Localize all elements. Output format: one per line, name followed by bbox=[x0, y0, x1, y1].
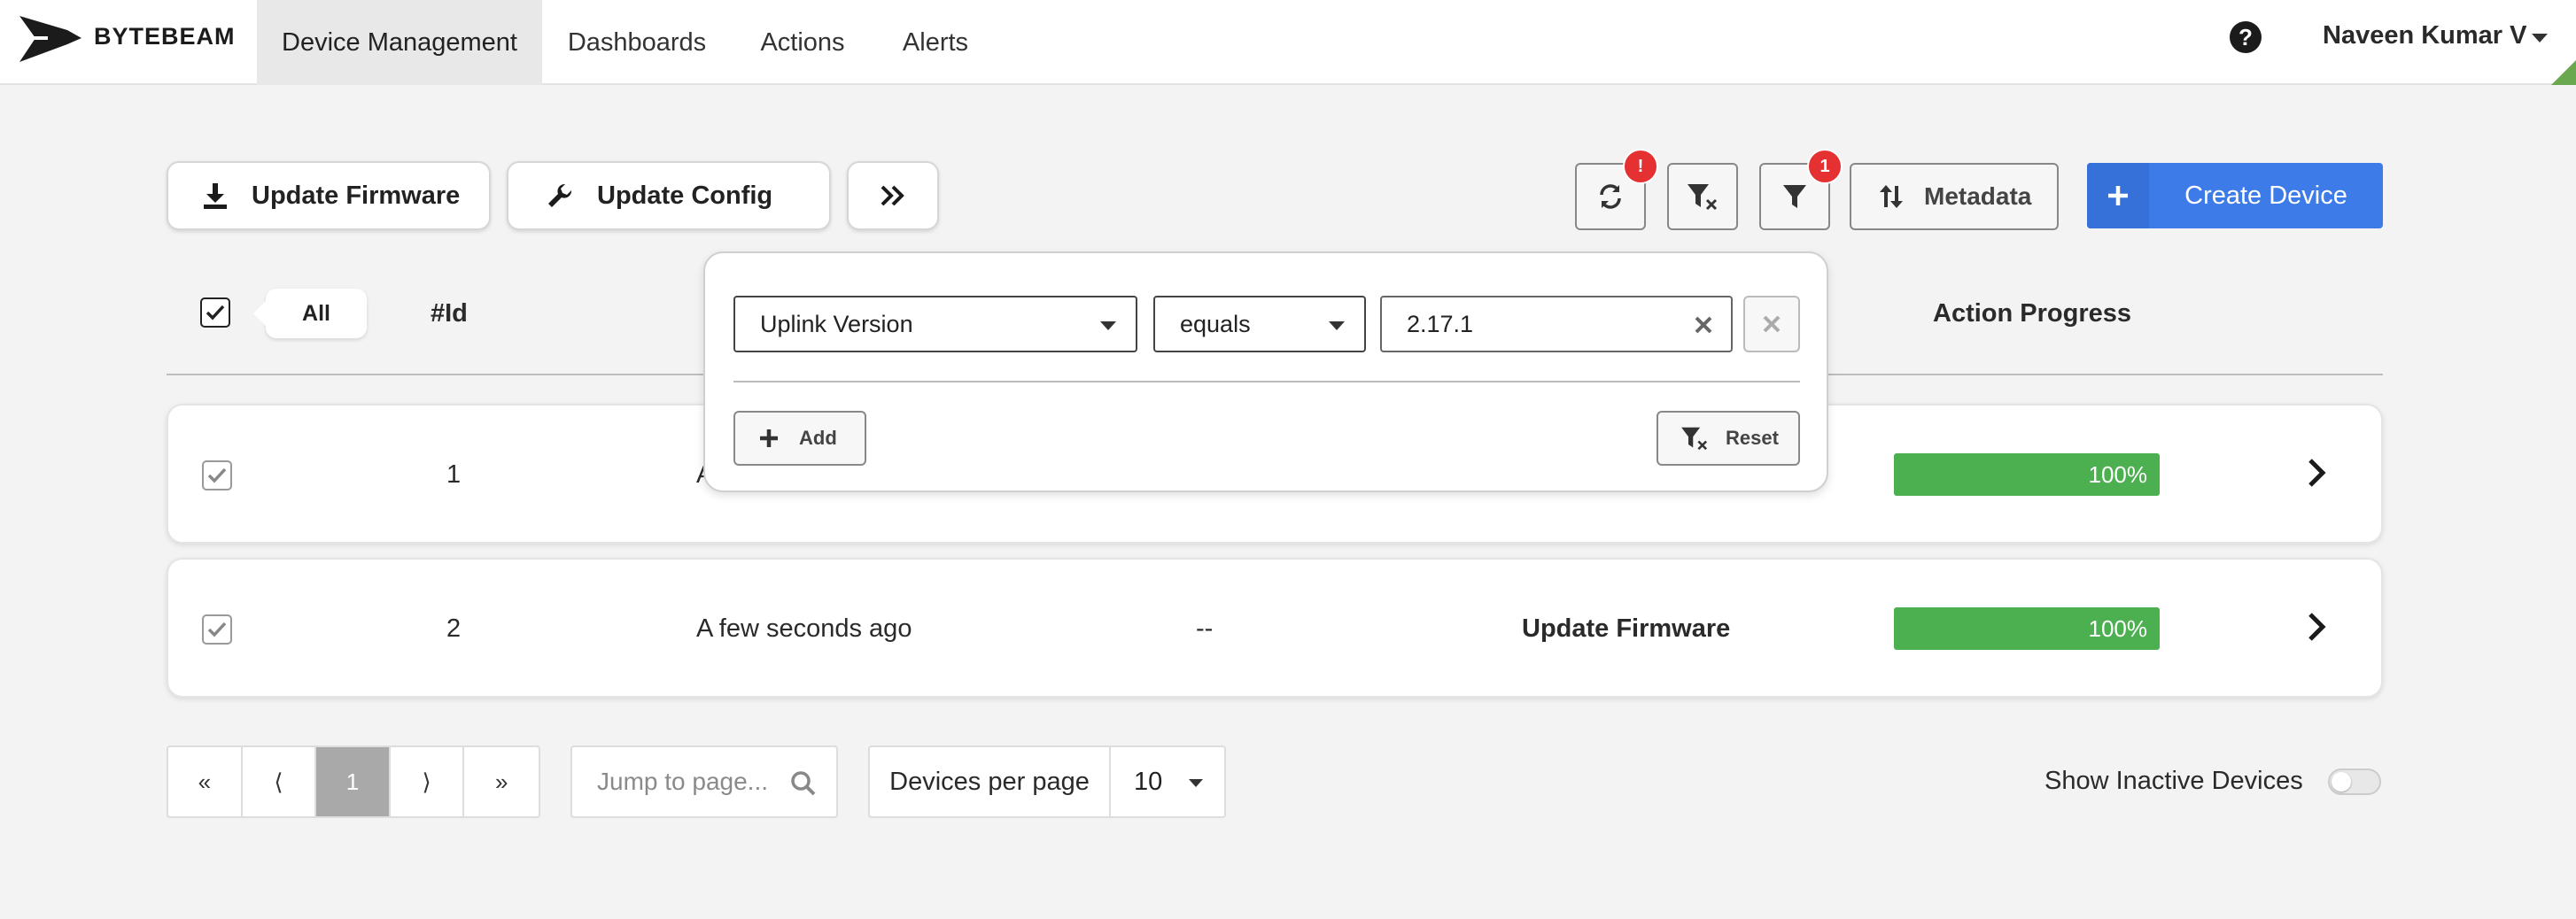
action-progress-bar: 100% bbox=[1894, 607, 2160, 650]
help-icon[interactable]: ? bbox=[2229, 20, 2262, 54]
chevron-down-icon bbox=[1189, 779, 1203, 787]
row-id: 2 bbox=[446, 614, 462, 643]
chevron-right-icon[interactable] bbox=[2303, 455, 2330, 490]
update-config-label: Update Config bbox=[597, 181, 773, 210]
table-row[interactable]: 2 A few seconds ago -- Update Firmware 1… bbox=[167, 558, 2383, 698]
filter-count-badge: 1 bbox=[1807, 149, 1843, 184]
next-page-button[interactable]: ⟩ bbox=[391, 747, 465, 816]
add-filter-label: Add bbox=[799, 427, 837, 449]
row-last-seen: A few seconds ago bbox=[696, 614, 912, 643]
row-id: 1 bbox=[446, 460, 462, 489]
bytebeam-logo-icon bbox=[12, 16, 81, 62]
corner-ribbon bbox=[2551, 60, 2576, 85]
filter-field-select[interactable]: Uplink Version bbox=[733, 296, 1137, 352]
chevron-down-icon bbox=[1100, 321, 1116, 330]
refresh-alert-badge: ! bbox=[1623, 149, 1658, 184]
sort-arrows-icon bbox=[1880, 185, 1903, 208]
jump-to-page-placeholder: Jump to page... bbox=[597, 768, 769, 795]
tab-dashboards[interactable]: Dashboards bbox=[555, 0, 719, 85]
check-icon bbox=[207, 467, 227, 483]
select-all-checkbox[interactable] bbox=[200, 297, 230, 328]
clear-value-icon[interactable] bbox=[1694, 315, 1713, 335]
previous-page-button[interactable]: ⟨ bbox=[243, 747, 317, 816]
plus-icon bbox=[2087, 163, 2149, 228]
update-firmware-button[interactable]: Update Firmware bbox=[167, 161, 491, 230]
devices-per-page-value: 10 bbox=[1134, 767, 1163, 796]
jump-to-page-input[interactable]: Jump to page... bbox=[570, 745, 838, 818]
plus-icon bbox=[760, 429, 778, 447]
filter-clear-icon bbox=[1681, 427, 1708, 451]
filter-operator-select[interactable]: equals bbox=[1153, 296, 1366, 352]
last-page-button[interactable]: » bbox=[464, 747, 539, 816]
filter-value-text: 2.17.1 bbox=[1407, 310, 1474, 337]
toggle-knob bbox=[2332, 772, 2351, 792]
wrench-icon bbox=[548, 183, 572, 207]
top-navigation-bar: BYTEBEAM Device Management Dashboards Ac… bbox=[0, 0, 2576, 85]
chevron-down-icon[interactable] bbox=[2532, 34, 2548, 42]
pagination: « ⟨ 1 ⟩ » bbox=[167, 745, 540, 818]
create-device-label: Create Device bbox=[2184, 181, 2347, 210]
row-checkbox[interactable] bbox=[202, 614, 232, 645]
chevron-right-icon[interactable] bbox=[2303, 609, 2330, 645]
metadata-label: Metadata bbox=[1924, 182, 2032, 210]
filter-icon bbox=[1783, 185, 1806, 208]
double-chevron-right-icon bbox=[881, 185, 904, 206]
row-metadata: -- bbox=[1196, 614, 1214, 643]
create-device-button[interactable]: Create Device bbox=[2087, 163, 2383, 228]
svg-text:?: ? bbox=[2238, 24, 2253, 50]
devices-per-page-select[interactable]: Devices per page 10 bbox=[868, 745, 1226, 818]
filter-operator-value: equals bbox=[1180, 310, 1251, 337]
check-icon bbox=[206, 305, 225, 320]
brand-name[interactable]: BYTEBEAM bbox=[94, 23, 236, 50]
metadata-button[interactable]: Metadata bbox=[1850, 163, 2059, 230]
filter-value-input[interactable]: 2.17.1 bbox=[1380, 296, 1733, 352]
search-icon bbox=[791, 771, 816, 796]
filter-popover: Uplink Version equals 2.17.1 Add Reset bbox=[703, 251, 1828, 492]
filter-clear-icon bbox=[1688, 184, 1718, 211]
check-icon bbox=[207, 622, 227, 637]
download-icon bbox=[204, 183, 227, 209]
update-firmware-label: Update Firmware bbox=[252, 181, 461, 210]
first-page-button[interactable]: « bbox=[168, 747, 243, 816]
add-filter-button[interactable]: Add bbox=[733, 411, 866, 466]
tab-device-management[interactable]: Device Management bbox=[257, 0, 542, 85]
reset-filter-button[interactable]: Reset bbox=[1657, 411, 1800, 466]
refresh-icon bbox=[1600, 184, 1621, 209]
row-action: Update Firmware bbox=[1522, 614, 1731, 643]
more-actions-button[interactable] bbox=[847, 161, 939, 230]
show-inactive-toggle[interactable] bbox=[2328, 768, 2381, 795]
current-page-button[interactable]: 1 bbox=[316, 747, 391, 816]
close-icon bbox=[1763, 315, 1781, 333]
action-progress-bar: 100% bbox=[1894, 453, 2160, 496]
tab-alerts[interactable]: Alerts bbox=[886, 0, 985, 85]
chevron-down-icon bbox=[1329, 321, 1345, 330]
reset-filter-label: Reset bbox=[1726, 427, 1779, 449]
tab-actions[interactable]: Actions bbox=[744, 0, 861, 85]
show-inactive-label: Show Inactive Devices bbox=[2045, 767, 2303, 795]
user-menu[interactable]: Naveen Kumar V bbox=[2323, 21, 2527, 50]
column-header-id[interactable]: #Id bbox=[431, 299, 468, 328]
filter-field-value: Uplink Version bbox=[760, 310, 913, 337]
remove-filter-button[interactable] bbox=[1743, 296, 1800, 352]
clear-filters-button[interactable] bbox=[1667, 163, 1738, 230]
filter-divider bbox=[733, 381, 1800, 382]
row-checkbox[interactable] bbox=[202, 460, 232, 490]
update-config-button[interactable]: Update Config bbox=[507, 161, 831, 230]
devices-per-page-label: Devices per page bbox=[870, 747, 1111, 816]
column-header-action-progress[interactable]: Action Progress bbox=[1933, 299, 2131, 328]
all-selection-pill[interactable]: All bbox=[253, 289, 367, 338]
